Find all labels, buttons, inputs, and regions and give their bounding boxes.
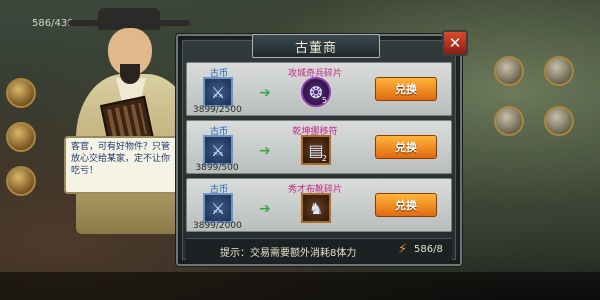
coin-item-icon[interactable]: ⚔: [203, 77, 233, 107]
hat: [98, 8, 160, 30]
chat-bar[interactable]: [0, 272, 600, 300]
energy-value: 586/8: [414, 244, 443, 255]
right-hud: [474, 36, 594, 236]
speech-text: 客官，可有好物件？只管放心交给某家，定不让你吃亏！: [71, 142, 171, 176]
exchange-button[interactable]: 兑换: [375, 77, 437, 101]
right-hud-icon-4[interactable]: [544, 106, 574, 136]
cost-quantity: 3899/2500: [193, 105, 242, 115]
tip-bar: 提示：交易需要额外消耗8体力 ⚡ 586/8: [186, 238, 452, 260]
left-hud-icon-3[interactable]: [6, 166, 36, 196]
cost-quantity: 3899/500: [195, 163, 239, 173]
right-hud-icon-2[interactable]: [544, 56, 574, 86]
merchant-dialog: 古董商 ✕ 古币 ⚔ 3899/2500 ➔ 攻城奇兵碎片 ❂ 5 兑换 古币 ⚔…: [176, 30, 468, 266]
exchange-button-label: 兑换: [395, 83, 417, 96]
reward-count: 5: [321, 96, 327, 105]
dialog-title: 古董商: [252, 34, 380, 58]
left-hud-icon-1[interactable]: [6, 78, 36, 108]
arrow-right-icon: ➔: [259, 85, 271, 101]
cost-quantity: 3899/2000: [193, 221, 242, 231]
right-hud-icon-3[interactable]: [494, 106, 524, 136]
exchange-button-label: 兑换: [395, 141, 417, 154]
exchange-button[interactable]: 兑换: [375, 135, 437, 159]
beard: [120, 64, 140, 84]
arrow-right-icon: ➔: [259, 143, 271, 159]
exchange-row: 古币 ⚔ 3899/2500 ➔ 攻城奇兵碎片 ❂ 5 兑换: [186, 62, 452, 116]
tip-text: 提示：交易需要额外消耗8体力: [220, 248, 357, 259]
arrow-right-icon: ➔: [259, 201, 271, 217]
purple-orb-icon[interactable]: ❂ 5: [301, 77, 331, 107]
dialog-title-text: 古董商: [294, 40, 337, 56]
exchange-row: 古币 ⚔ 3899/500 ➔ 乾坤挪移符 ▤ 2 兑换: [186, 120, 452, 174]
coin-item-icon[interactable]: ⚔: [203, 193, 233, 223]
reward-count: 2: [321, 154, 327, 163]
right-hud-icon-1[interactable]: [494, 56, 524, 86]
left-hud: [0, 78, 52, 258]
boots-icon[interactable]: ♞: [301, 193, 331, 223]
close-icon[interactable]: ✕: [442, 30, 468, 56]
energy-icon: ⚡: [398, 242, 408, 257]
speech-bubble: 客官，可有好物件？只管放心交给某家，定不让你吃亏！: [64, 136, 182, 194]
left-hud-icon-2[interactable]: [6, 122, 36, 152]
exchange-row: 古币 ⚔ 3899/2000 ➔ 秀才布靴碎片 ♞ 兑换: [186, 178, 452, 232]
coin-item-icon[interactable]: ⚔: [203, 135, 233, 165]
scroll-icon[interactable]: ▤ 2: [301, 135, 331, 165]
exchange-button-label: 兑换: [395, 199, 417, 212]
exchange-list[interactable]: 古币 ⚔ 3899/2500 ➔ 攻城奇兵碎片 ❂ 5 兑换 古币 ⚔ 3899/…: [186, 62, 452, 232]
exchange-button[interactable]: 兑换: [375, 193, 437, 217]
